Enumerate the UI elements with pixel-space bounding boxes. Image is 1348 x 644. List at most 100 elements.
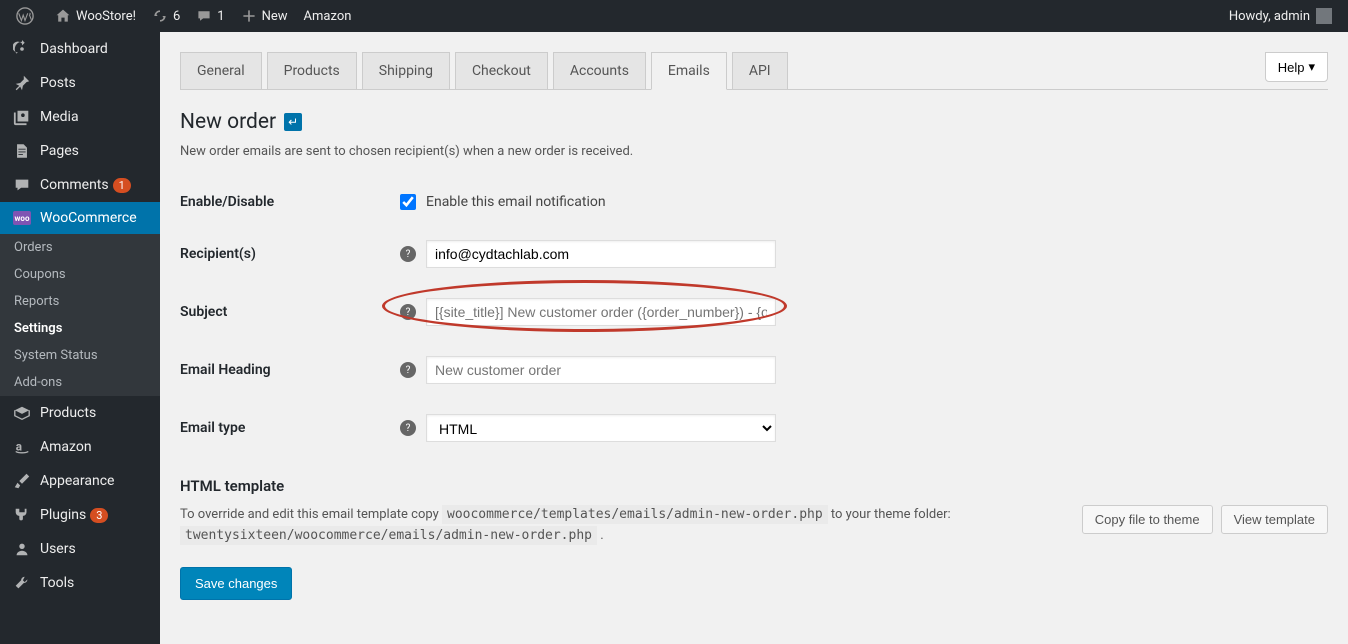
template-row: To override and edit this email template… bbox=[180, 505, 1328, 547]
subject-input[interactable] bbox=[426, 298, 776, 326]
tab-checkout[interactable]: Checkout bbox=[455, 52, 548, 89]
save-button[interactable]: Save changes bbox=[180, 567, 292, 600]
wordpress-icon bbox=[16, 7, 34, 25]
settings-tabs: General Products Shipping Checkout Accou… bbox=[180, 52, 1328, 90]
help-icon[interactable]: ? bbox=[400, 362, 416, 378]
help-icon[interactable]: ? bbox=[400, 420, 416, 436]
sidebar-item-label: Posts bbox=[40, 75, 76, 91]
tools-icon bbox=[12, 574, 32, 592]
sidebar-item-label: Amazon bbox=[40, 439, 92, 455]
amazon-icon: a bbox=[12, 438, 32, 456]
plus-icon bbox=[241, 8, 257, 24]
tab-accounts[interactable]: Accounts bbox=[553, 52, 646, 89]
updates-icon bbox=[152, 8, 168, 24]
plugin-badge: 3 bbox=[90, 508, 108, 523]
enable-checkbox-label[interactable]: Enable this email notification bbox=[426, 194, 606, 210]
submenu-reports[interactable]: Reports bbox=[0, 288, 160, 315]
tab-shipping[interactable]: Shipping bbox=[362, 52, 450, 89]
sidebar-item-label: Media bbox=[40, 109, 79, 125]
dashboard-icon bbox=[12, 40, 32, 58]
media-icon bbox=[12, 108, 32, 126]
enable-checkbox[interactable] bbox=[400, 194, 416, 210]
chevron-down-icon: ▾ bbox=[1308, 59, 1315, 75]
row-enable: Enable/Disable Enable this email notific… bbox=[180, 179, 1328, 225]
users-icon bbox=[12, 540, 32, 558]
template-buttons: Copy file to theme View template bbox=[1082, 505, 1328, 534]
help-button[interactable]: Help ▾ bbox=[1265, 52, 1328, 82]
row-recipients: Recipient(s) ? bbox=[180, 225, 1328, 283]
updates-link[interactable]: 6 bbox=[144, 0, 188, 32]
sidebar-item-label: Tools bbox=[40, 575, 74, 591]
sidebar-item-label: Plugins bbox=[40, 507, 86, 523]
wp-logo[interactable] bbox=[8, 0, 47, 32]
submenu-settings[interactable]: Settings bbox=[0, 315, 160, 342]
products-icon bbox=[12, 404, 32, 422]
site-name-link[interactable]: WooStore! bbox=[47, 0, 144, 32]
page-title: New order ↵ bbox=[180, 110, 1328, 134]
comment-icon bbox=[196, 8, 212, 24]
copy-file-button[interactable]: Copy file to theme bbox=[1082, 505, 1213, 534]
admin-bar-right: Howdy, admin bbox=[1221, 0, 1340, 32]
sidebar-item-amazon[interactable]: a Amazon bbox=[0, 430, 160, 464]
sidebar-item-tools[interactable]: Tools bbox=[0, 566, 160, 600]
sidebar-item-appearance[interactable]: Appearance bbox=[0, 464, 160, 498]
sidebar-item-users[interactable]: Users bbox=[0, 532, 160, 566]
type-select[interactable]: HTML bbox=[426, 414, 776, 442]
sidebar-item-label: Products bbox=[40, 405, 96, 421]
sidebar-item-label: Users bbox=[40, 541, 76, 557]
amazon-label: Amazon bbox=[304, 9, 352, 24]
admin-sidebar: Dashboard Posts Media Pages Comments 1 w… bbox=[0, 32, 160, 644]
comments-link[interactable]: 1 bbox=[188, 0, 232, 32]
back-link-icon[interactable]: ↵ bbox=[284, 113, 302, 131]
submenu-orders[interactable]: Orders bbox=[0, 234, 160, 261]
tab-products[interactable]: Products bbox=[267, 52, 357, 89]
template-description: To override and edit this email template… bbox=[180, 505, 951, 547]
sidebar-item-label: WooCommerce bbox=[40, 210, 137, 226]
tab-general[interactable]: General bbox=[180, 52, 262, 89]
sidebar-item-label: Pages bbox=[40, 143, 79, 159]
admin-bar: WooStore! 6 1 New Amazon Howdy, admin bbox=[0, 0, 1348, 32]
sidebar-item-media[interactable]: Media bbox=[0, 100, 160, 134]
enable-label: Enable/Disable bbox=[180, 194, 400, 210]
tab-emails[interactable]: Emails bbox=[651, 52, 727, 90]
sidebar-item-plugins[interactable]: Plugins 3 bbox=[0, 498, 160, 532]
avatar bbox=[1316, 8, 1332, 24]
woocommerce-submenu: Orders Coupons Reports Settings System S… bbox=[0, 234, 160, 396]
home-icon bbox=[55, 8, 71, 24]
updates-count: 6 bbox=[173, 9, 180, 24]
main-content: General Products Shipping Checkout Accou… bbox=[160, 52, 1348, 620]
woo-icon: woo bbox=[12, 211, 32, 225]
amazon-link[interactable]: Amazon bbox=[296, 0, 360, 32]
sidebar-item-products[interactable]: Products bbox=[0, 396, 160, 430]
row-subject: Subject ? bbox=[180, 283, 1328, 341]
help-icon[interactable]: ? bbox=[400, 304, 416, 320]
heading-input[interactable] bbox=[426, 356, 776, 384]
site-name: WooStore! bbox=[76, 9, 136, 24]
pages-icon bbox=[12, 142, 32, 160]
brush-icon bbox=[12, 472, 32, 490]
template-path-source: woocommerce/templates/emails/admin-new-o… bbox=[442, 505, 828, 524]
pin-icon bbox=[12, 74, 32, 92]
template-path-dest: twentysixteen/woocommerce/emails/admin-n… bbox=[180, 526, 597, 545]
sidebar-item-label: Comments bbox=[40, 177, 109, 193]
help-icon[interactable]: ? bbox=[400, 246, 416, 262]
recipients-input[interactable] bbox=[426, 240, 776, 268]
row-heading: Email Heading ? bbox=[180, 341, 1328, 399]
type-label: Email type bbox=[180, 420, 400, 436]
heading-label: Email Heading bbox=[180, 362, 400, 378]
comments-count: 1 bbox=[217, 9, 224, 24]
sidebar-item-comments[interactable]: Comments 1 bbox=[0, 168, 160, 202]
sidebar-item-posts[interactable]: Posts bbox=[0, 66, 160, 100]
comment-badge: 1 bbox=[113, 178, 131, 193]
new-link[interactable]: New bbox=[233, 0, 296, 32]
view-template-button[interactable]: View template bbox=[1221, 505, 1328, 534]
submenu-addons[interactable]: Add-ons bbox=[0, 369, 160, 396]
submenu-coupons[interactable]: Coupons bbox=[0, 261, 160, 288]
submenu-system-status[interactable]: System Status bbox=[0, 342, 160, 369]
tab-api[interactable]: API bbox=[732, 52, 788, 89]
sidebar-item-pages[interactable]: Pages bbox=[0, 134, 160, 168]
sidebar-item-woocommerce[interactable]: woo WooCommerce bbox=[0, 202, 160, 234]
sidebar-item-dashboard[interactable]: Dashboard bbox=[0, 32, 160, 66]
new-label: New bbox=[262, 9, 288, 24]
my-account[interactable]: Howdy, admin bbox=[1221, 0, 1340, 32]
